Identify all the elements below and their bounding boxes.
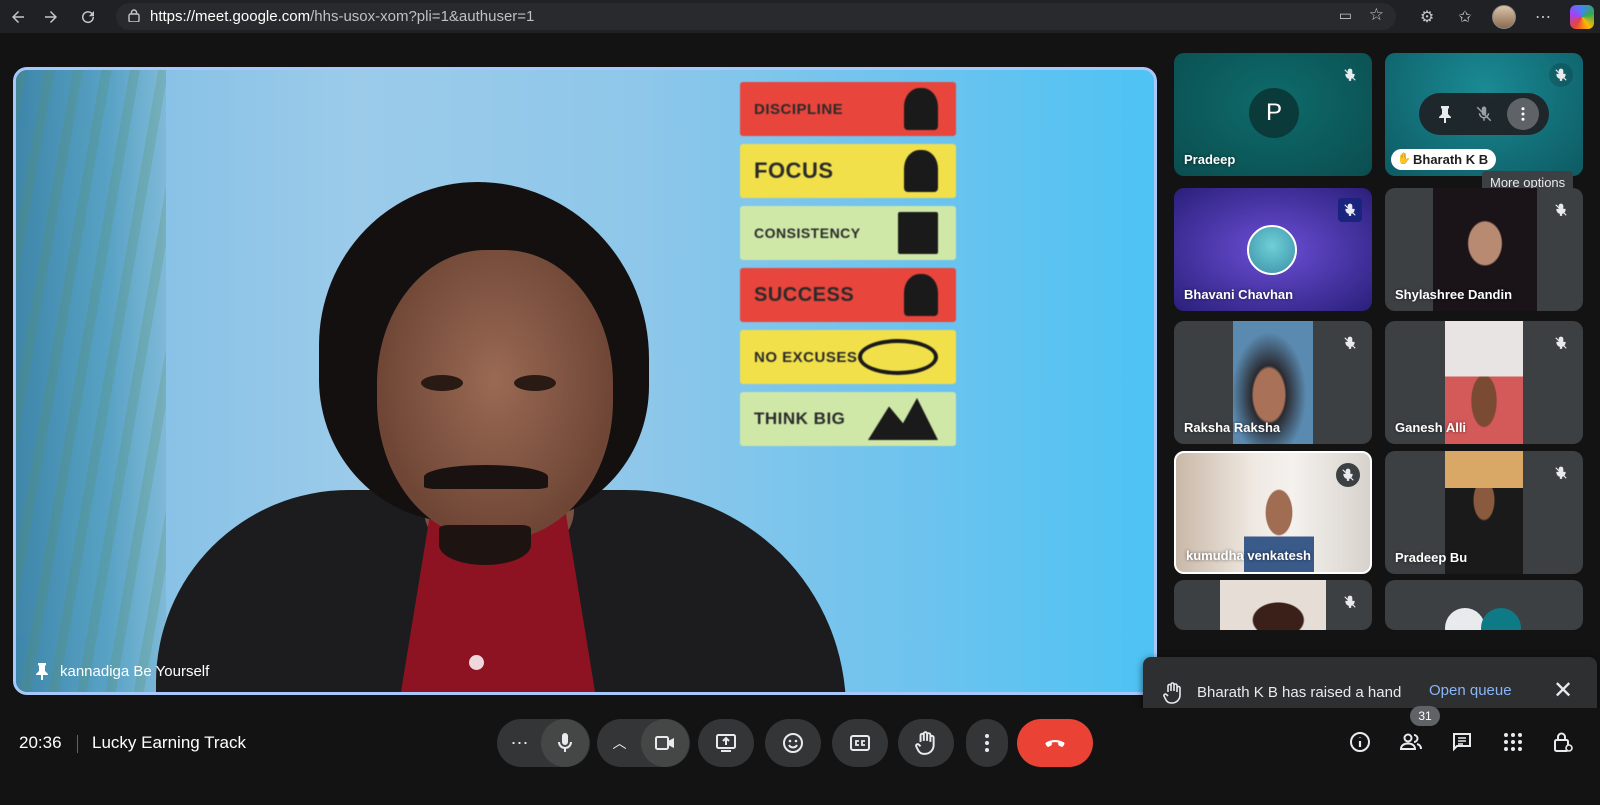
microphone-button[interactable] <box>540 719 589 767</box>
raise-hand-button[interactable] <box>898 719 954 767</box>
camera-button[interactable] <box>640 719 689 767</box>
open-queue-button[interactable]: Open queue <box>1429 682 1512 699</box>
participant-count-badge: 31 <box>1410 706 1440 726</box>
mic-off-icon <box>1549 461 1573 485</box>
more-menu-icon[interactable]: ⋯ <box>1532 6 1554 28</box>
participant-video <box>1220 580 1326 630</box>
copilot-icon[interactable] <box>1570 4 1594 29</box>
mute-participant-icon[interactable] <box>1468 98 1500 130</box>
toast-message: Bharath K B has raised a hand <box>1197 684 1402 701</box>
mic-off-icon <box>1338 198 1362 222</box>
leave-call-button[interactable] <box>1017 719 1093 767</box>
mic-off-icon <box>1549 331 1573 355</box>
avatar <box>1247 225 1297 275</box>
audio-settings-icon[interactable]: ⋯ <box>499 733 541 754</box>
participant-name: Bhavani Chavhan <box>1184 287 1294 302</box>
browser-right-tools: ⚙ ✩ ⋯ <box>1416 0 1594 33</box>
participant-tile[interactable]: Bhavani Chavhan <box>1174 188 1372 311</box>
poster: DISCIPLINE <box>740 82 956 136</box>
forward-icon[interactable] <box>33 0 69 33</box>
control-bar: 20:36 Lucky Earning Track ⋯ ︿ 31 <box>0 706 1600 805</box>
chat-icon[interactable] <box>1448 728 1476 756</box>
more-options-icon[interactable] <box>1507 98 1540 130</box>
close-icon[interactable]: ✕ <box>1551 679 1575 703</box>
main-video-tile[interactable]: DISCIPLINE FOCUS CONSISTENCY SUCCESS NO … <box>13 67 1157 695</box>
participant-name: Ganesh Alli <box>1395 420 1467 435</box>
reload-icon[interactable] <box>70 0 106 33</box>
reactions-button[interactable] <box>765 719 821 767</box>
chevron-up-icon[interactable]: ︿ <box>599 733 641 753</box>
mic-off-icon <box>1338 63 1362 87</box>
tile-hover-controls <box>1419 93 1549 135</box>
mic-off-icon <box>1549 198 1573 222</box>
meeting-info-icon[interactable] <box>1346 728 1374 756</box>
lock-icon <box>128 9 140 22</box>
url-host: https://meet.google.com <box>150 8 311 25</box>
url-path: /hhs-usox-xom?pli=1&authuser=1 <box>310 8 535 25</box>
participant-tile[interactable]: kumudha venkatesh <box>1174 451 1372 574</box>
profile-avatar[interactable] <box>1492 4 1516 29</box>
host-controls-icon[interactable] <box>1549 728 1577 756</box>
present-screen-button[interactable] <box>698 719 754 767</box>
speaker-figure <box>156 130 876 692</box>
captions-button[interactable] <box>832 719 888 767</box>
pin-icon[interactable] <box>1429 98 1461 130</box>
raised-hand-name-chip: Bharath K B <box>1391 149 1497 170</box>
audio-controls-group: ⋯ <box>497 719 590 767</box>
participant-name: Raksha Raksha <box>1184 420 1281 435</box>
meet-stage: DISCIPLINE FOCUS CONSISTENCY SUCCESS NO … <box>0 33 1600 805</box>
extensions-icon[interactable]: ⚙ <box>1416 6 1438 28</box>
mic-off-icon <box>1338 331 1362 355</box>
more-options-button[interactable] <box>966 719 1008 767</box>
avatar <box>1481 608 1521 630</box>
participant-name: Shylashree Dandin <box>1395 287 1513 302</box>
back-icon[interactable] <box>0 0 36 33</box>
mic-off-icon <box>1338 590 1362 614</box>
activities-icon[interactable] <box>1499 728 1527 756</box>
participant-tile[interactable] <box>1174 580 1372 630</box>
people-icon[interactable] <box>1397 728 1425 756</box>
camera-indicator-icon[interactable]: ▭ <box>1339 7 1352 24</box>
mic-off-icon <box>1336 463 1360 487</box>
participant-name: Pradeep <box>1184 152 1236 167</box>
mic-off-icon <box>1549 63 1573 87</box>
participant-tile[interactable]: Bharath K B <box>1385 53 1583 176</box>
bookmark-star-icon[interactable]: ☆ <box>1369 5 1384 25</box>
background-curtain <box>16 70 166 692</box>
browser-toolbar: https://meet.google.com/hhs-usox-xom?pli… <box>0 0 1600 33</box>
video-controls-group: ︿ <box>597 719 690 767</box>
participant-tile[interactable]: Shylashree Dandin <box>1385 188 1583 311</box>
raised-hand-icon <box>1163 681 1181 704</box>
favorites-icon[interactable]: ✩ <box>1454 6 1476 28</box>
participant-tile[interactable] <box>1385 580 1583 630</box>
participant-name: Pradeep Bu <box>1395 550 1468 565</box>
participant-tile[interactable]: P Pradeep <box>1174 53 1372 176</box>
participant-name: kumudha venkatesh <box>1186 548 1311 563</box>
meeting-title: Lucky Earning Track <box>92 733 247 752</box>
main-participant-label: kannadiga Be Yourself <box>34 662 209 680</box>
participant-tile[interactable]: Raksha Raksha <box>1174 321 1372 444</box>
main-participant-name: kannadiga Be Yourself <box>60 662 210 680</box>
participant-tile[interactable]: Pradeep Bu <box>1385 451 1583 574</box>
avatar <box>1445 608 1485 630</box>
avatar: P <box>1249 88 1299 138</box>
meeting-time: 20:36 <box>19 733 62 752</box>
participant-tile[interactable]: Ganesh Alli <box>1385 321 1583 444</box>
address-bar[interactable]: https://meet.google.com/hhs-usox-xom?pli… <box>116 3 1396 30</box>
pin-icon[interactable] <box>34 662 50 680</box>
